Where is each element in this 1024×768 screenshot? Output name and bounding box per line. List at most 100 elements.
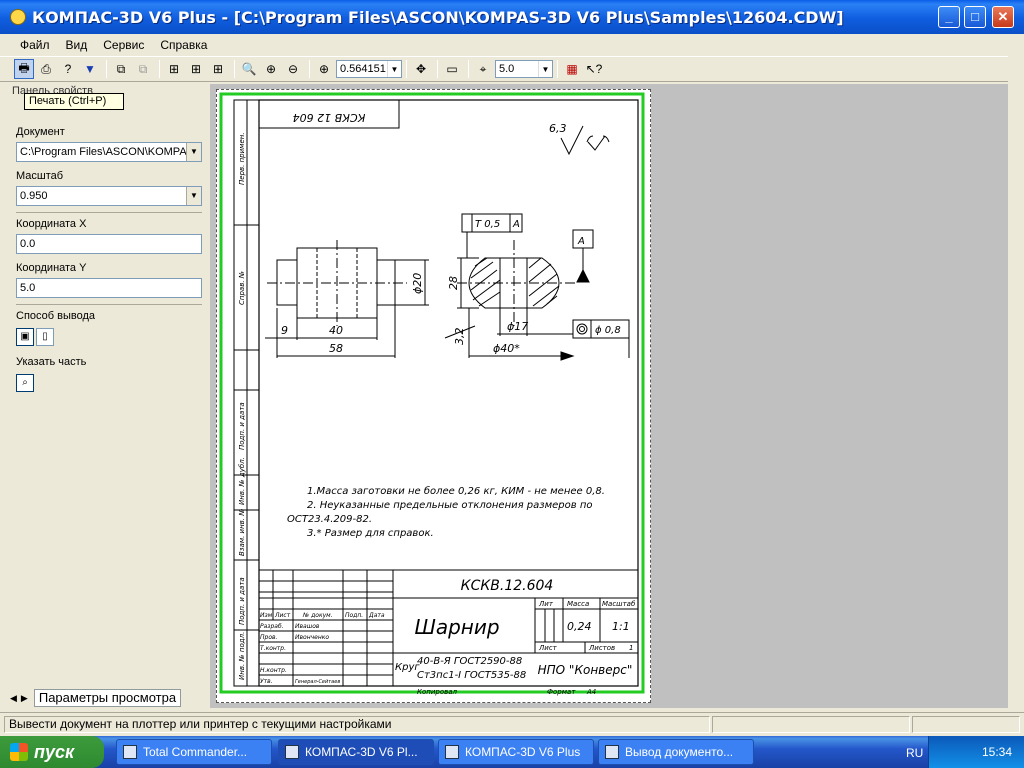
task-word-doc[interactable]: Вывод документо... [598,739,754,765]
copied-label: Копировал [417,688,458,696]
pan-button[interactable]: ✥ [411,59,431,79]
document-label: Документ [16,126,65,138]
print-tooltip: Печать (Ctrl+P) [24,93,124,110]
select-part-button[interactable]: ⌕ [16,374,34,392]
manager-button[interactable]: ▦ [562,59,582,79]
organization: НПО "Конверс" [538,663,633,677]
chevron-down-icon[interactable]: ▼ [538,61,552,77]
chevron-down-icon[interactable]: ▼ [387,61,401,77]
clock[interactable]: 15:34 [982,745,1012,759]
rotate-button[interactable]: ⧉ [111,59,131,79]
tab-view-params[interactable]: Параметры просмотра [33,689,182,707]
col-lit: Лит [538,600,554,608]
zoom-scale-button[interactable]: ⊕ [314,59,334,79]
start-label: пуск [34,741,75,762]
system-tray: 15:34 [928,736,1024,768]
manager-icon: ▦ [566,62,578,76]
zoom-in-icon: ⊕ [265,62,277,76]
output-printer-button[interactable]: ▣ [16,328,34,346]
title-block-code: КСКВ.12.604 [461,578,554,594]
language-indicator[interactable]: RU [906,746,923,760]
tab-left-arrow-icon[interactable]: ◀ [10,693,17,704]
toolbar-separator [557,60,558,78]
toolbar-separator [106,60,107,78]
status-bar: Вывести документ на плоттер или принтер … [0,712,1024,734]
task-label: КОМПАС-3D V6 Pl... [305,745,418,759]
panel-divider [16,212,202,213]
task-label: Total Commander... [143,745,248,759]
sheet-button[interactable]: ▭ [442,59,462,79]
filter-button[interactable]: ▼ [80,59,100,79]
layout-3-button[interactable]: ⊞ [208,59,228,79]
output-page-button[interactable]: ▯ [36,328,54,346]
windows-logo-icon [10,743,28,761]
step-button[interactable]: ⌖ [473,59,493,79]
coord-x-input[interactable]: 0.0 [16,234,202,254]
task-kompas-1[interactable]: КОМПАС-3D V6 Pl... [278,739,434,765]
mass-value: 0,24 [567,620,592,633]
zoom-window-button[interactable]: 🔍 [239,59,259,79]
sheet-label: Лист [538,644,558,652]
taskbar: пуск Total Commander... КОМПАС-3D V6 Pl.… [0,736,1024,768]
side-label-3: Подп. и дата [238,402,246,450]
layout-1-button[interactable]: ⊞ [164,59,184,79]
zoom-combo[interactable]: 0.564151 ▼ [336,60,402,78]
output-label: Способ вывода [16,310,95,322]
chevron-down-icon[interactable]: ▼ [186,187,201,205]
help-page-button[interactable]: ? [58,59,78,79]
rotate-disabled-icon: ⧉ [138,61,148,76]
step-value: 5.0 [499,63,515,75]
toolbar-separator [234,60,235,78]
task-total-commander[interactable]: Total Commander... [116,739,272,765]
person-role-5: Утв. [260,678,273,685]
start-button[interactable]: пуск [0,736,104,768]
coord-x-value: 0.0 [20,238,36,250]
title-bar[interactable]: КОМПАС-3D V6 Plus - [C:\Program Files\AS… [0,0,1024,34]
menu-file[interactable]: Файл [14,38,56,52]
menu-service[interactable]: Сервис [97,38,150,52]
person-name-5: Генерал-Сейтаев [295,679,340,685]
properties-panel: Панель свойств Документ C:\Program Files… [6,84,208,708]
col-mass: Масса [567,600,589,608]
minimize-button[interactable]: _ [938,6,960,28]
drawing-svg: Перв. примен. Справ. № Подп. и дата Инв.… [219,92,645,696]
scale-select[interactable]: 0.950 ▼ [16,186,202,206]
menu-view[interactable]: Вид [60,38,94,52]
move-icon: ✥ [415,62,427,76]
task-kompas-2[interactable]: КОМПАС-3D V6 Plus [438,739,594,765]
kompas-app-icon[interactable] [10,9,26,25]
toolbar-separator [159,60,160,78]
tab-right-arrow-icon[interactable]: ▶ [21,693,28,704]
kompas-icon [445,745,459,759]
context-help-button[interactable]: ↖? [584,59,604,79]
person-role-1: Разраб. [260,623,284,630]
print-setup-button[interactable]: ⎙ [36,59,56,79]
close-button[interactable]: ✕ [992,6,1014,28]
drawing-sheet[interactable]: Перв. примен. Справ. № Подп. и дата Инв.… [216,89,651,703]
step-combo[interactable]: 5.0 ▼ [495,60,553,78]
maximize-button[interactable]: □ [964,6,986,28]
context-help-icon: ↖? [585,62,603,76]
title-block-name: Шарнир [414,615,499,639]
note-3: ОСТ23.4.209-82. [287,514,372,525]
layout-2-button[interactable]: ⊞ [186,59,206,79]
menu-help[interactable]: Справка [154,38,213,52]
datum-label: A [577,236,585,247]
chevron-down-icon[interactable]: ▼ [186,143,201,161]
zoom-out-button[interactable]: ⊖ [283,59,303,79]
zoom-in-button[interactable]: ⊕ [261,59,281,79]
printer-icon: 🖶 [18,60,30,75]
floppy-icon [123,745,137,759]
vertical-scrollbar[interactable] [1008,35,1024,708]
rotate-disabled-button[interactable]: ⧉ [133,59,153,79]
format-value: А4 [586,688,596,696]
document-select[interactable]: C:\Program Files\ASCON\KOMPA ▼ [16,142,202,162]
dim-d20: ϕ20 [411,273,424,294]
print-button[interactable]: 🖶 [14,59,34,79]
side-label-4: Инв. № дубл. [238,457,246,505]
side-label-6: Подп. и дата [238,577,246,625]
printer-page-icon: ▣ [20,331,30,342]
coord-y-input[interactable]: 5.0 [16,278,202,298]
coord-x-label: Координата X [16,218,87,230]
drawing-workspace[interactable]: Перв. примен. Справ. № Подп. и дата Инв.… [210,84,1016,708]
